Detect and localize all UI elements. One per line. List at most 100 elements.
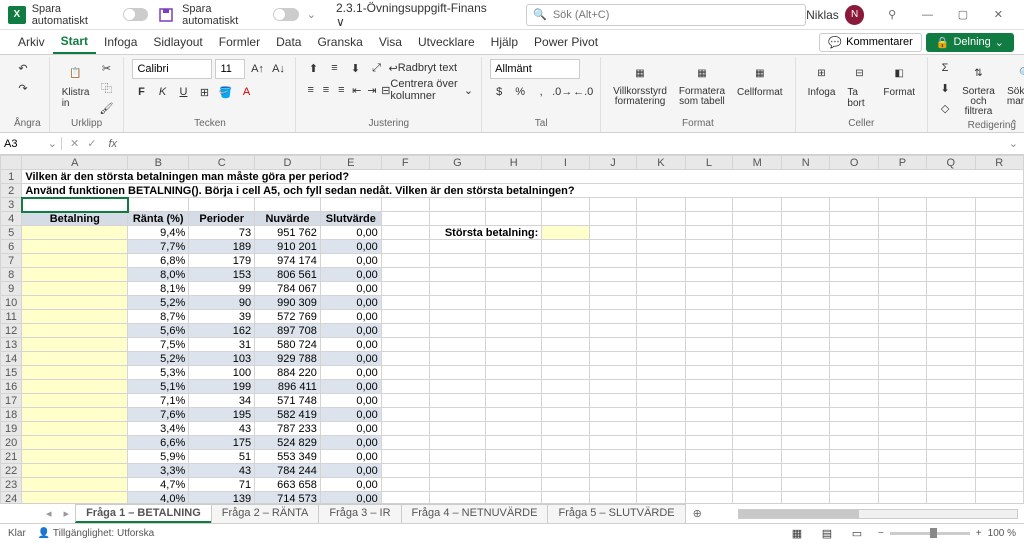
cell-perioder[interactable]: 31 xyxy=(189,338,255,352)
cell[interactable] xyxy=(927,296,975,310)
cell[interactable] xyxy=(637,282,685,296)
tab-utvecklare[interactable]: Utvecklare xyxy=(410,31,483,53)
cell[interactable] xyxy=(685,212,733,226)
table-header[interactable]: Betalning xyxy=(22,212,128,226)
row-header-7[interactable]: 7 xyxy=(1,254,22,268)
cell[interactable] xyxy=(975,436,1024,450)
cell-perioder[interactable]: 71 xyxy=(189,478,255,492)
cell[interactable] xyxy=(685,254,733,268)
sheet-tab[interactable]: Fråga 3 – IR xyxy=(318,504,401,523)
cell[interactable] xyxy=(685,450,733,464)
cell-ranta[interactable]: 4,7% xyxy=(128,478,189,492)
cell-betalning[interactable] xyxy=(22,268,128,282)
cell[interactable] xyxy=(975,352,1024,366)
cell[interactable] xyxy=(429,212,485,226)
cell[interactable] xyxy=(542,338,589,352)
cell-perioder[interactable]: 39 xyxy=(189,310,255,324)
cell-nuvarde[interactable]: 929 788 xyxy=(255,352,321,366)
cell[interactable] xyxy=(733,422,782,436)
copy-button[interactable]: ⿻ xyxy=(97,79,115,97)
col-header-B[interactable]: B xyxy=(128,156,189,170)
cell[interactable] xyxy=(830,296,878,310)
sheet-tab[interactable]: Fråga 2 – RÄNTA xyxy=(211,504,320,523)
cell-ranta[interactable]: 3,4% xyxy=(128,422,189,436)
insert-cells-button[interactable]: ⊞Infoga xyxy=(804,59,840,100)
cell-perioder[interactable]: 43 xyxy=(189,464,255,478)
cell[interactable] xyxy=(927,436,975,450)
cell[interactable] xyxy=(733,366,782,380)
cell[interactable] xyxy=(589,212,637,226)
cell-perioder[interactable]: 73 xyxy=(189,226,255,240)
cell[interactable] xyxy=(429,296,485,310)
cell-ranta[interactable]: 7,7% xyxy=(128,240,189,254)
cell[interactable] xyxy=(927,240,975,254)
align-center-button[interactable]: ≡ xyxy=(320,81,332,99)
cell[interactable] xyxy=(975,212,1024,226)
row-header-8[interactable]: 8 xyxy=(1,268,22,282)
cell-perioder[interactable]: 103 xyxy=(189,352,255,366)
cell[interactable] xyxy=(486,492,542,504)
cell[interactable] xyxy=(782,492,830,504)
cell[interactable] xyxy=(542,422,589,436)
cell[interactable] xyxy=(685,198,733,212)
align-right-button[interactable]: ≡ xyxy=(335,81,347,99)
cell-nuvarde[interactable]: 663 658 xyxy=(255,478,321,492)
align-middle-button[interactable]: ≡ xyxy=(325,59,343,77)
cell-perioder[interactable]: 175 xyxy=(189,436,255,450)
cell-betalning[interactable] xyxy=(22,450,128,464)
cell-betalning[interactable] xyxy=(22,408,128,422)
cell[interactable] xyxy=(381,296,429,310)
cell[interactable] xyxy=(975,492,1024,504)
cell[interactable] xyxy=(927,212,975,226)
cell-ranta[interactable]: 5,2% xyxy=(128,296,189,310)
cell[interactable] xyxy=(685,464,733,478)
cell[interactable] xyxy=(685,492,733,504)
cell[interactable] xyxy=(685,380,733,394)
cell[interactable] xyxy=(685,268,733,282)
cell[interactable] xyxy=(429,198,485,212)
cell[interactable] xyxy=(542,324,589,338)
cell[interactable] xyxy=(685,408,733,422)
cell-perioder[interactable]: 100 xyxy=(189,366,255,380)
cell[interactable] xyxy=(542,296,589,310)
cell[interactable] xyxy=(830,394,878,408)
cell[interactable] xyxy=(381,478,429,492)
cell[interactable] xyxy=(975,408,1024,422)
percent-button[interactable]: % xyxy=(511,83,529,101)
zoom-level[interactable]: 100 % xyxy=(988,528,1016,539)
cell[interactable] xyxy=(542,352,589,366)
cell[interactable] xyxy=(589,450,637,464)
cell[interactable] xyxy=(589,436,637,450)
cell-betalning[interactable] xyxy=(22,310,128,324)
cell[interactable] xyxy=(542,492,589,504)
cell[interactable] xyxy=(381,226,429,240)
cell[interactable] xyxy=(589,226,637,240)
cell[interactable] xyxy=(486,478,542,492)
cell[interactable] xyxy=(381,450,429,464)
cell-slutvarde[interactable]: 0,00 xyxy=(320,240,381,254)
cell[interactable] xyxy=(685,338,733,352)
tab-data[interactable]: Data xyxy=(268,31,309,53)
ribbon-options-icon[interactable]: ⚲ xyxy=(874,0,909,30)
tab-start[interactable]: Start xyxy=(53,30,96,54)
row-header-13[interactable]: 13 xyxy=(1,338,22,352)
cell[interactable] xyxy=(542,240,589,254)
cell-betalning[interactable] xyxy=(22,436,128,450)
cell[interactable] xyxy=(975,254,1024,268)
cell[interactable] xyxy=(733,254,782,268)
cell[interactable] xyxy=(830,492,878,504)
cell[interactable] xyxy=(637,240,685,254)
cell[interactable] xyxy=(381,492,429,504)
cell[interactable] xyxy=(830,282,878,296)
row-header-11[interactable]: 11 xyxy=(1,310,22,324)
cell[interactable] xyxy=(878,240,926,254)
cell[interactable] xyxy=(542,408,589,422)
cell[interactable] xyxy=(542,366,589,380)
cell[interactable] xyxy=(589,394,637,408)
cell[interactable] xyxy=(685,352,733,366)
cell[interactable] xyxy=(542,478,589,492)
cell[interactable] xyxy=(542,394,589,408)
cell-nuvarde[interactable]: 580 724 xyxy=(255,338,321,352)
row-header-5[interactable]: 5 xyxy=(1,226,22,240)
cell[interactable] xyxy=(927,422,975,436)
